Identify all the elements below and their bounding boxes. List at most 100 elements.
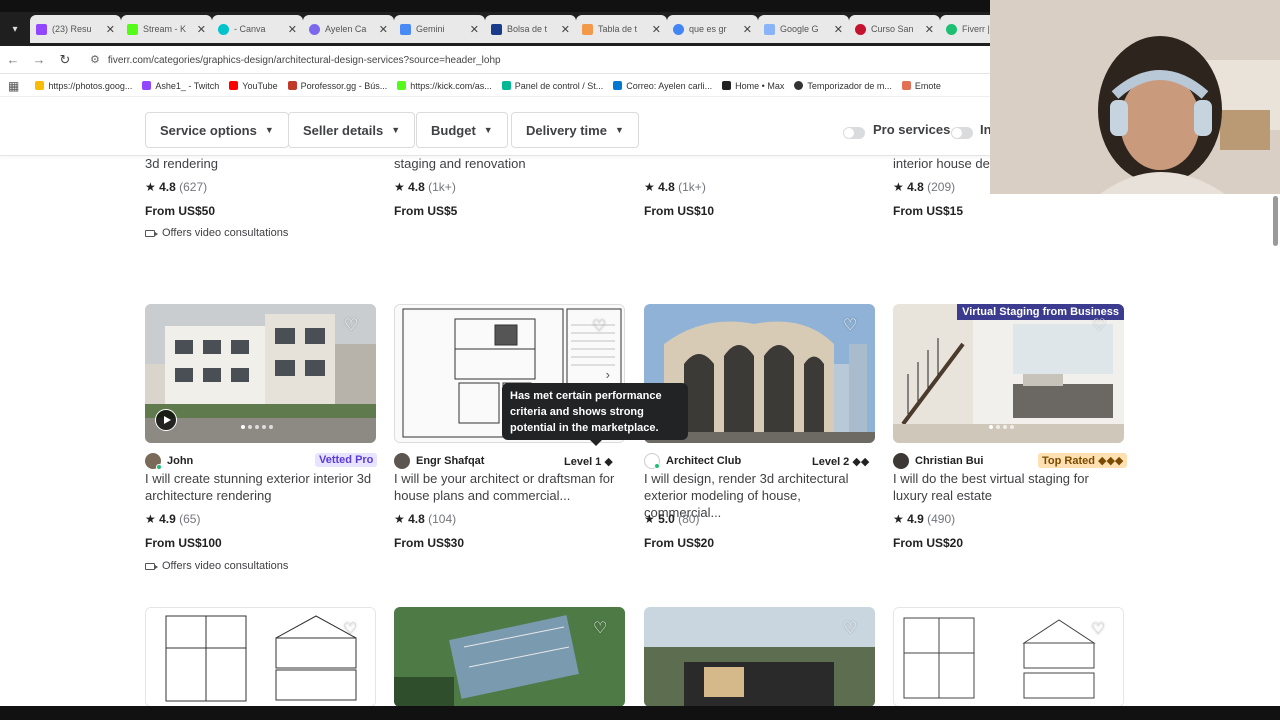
- tab-favicon-icon: [36, 23, 47, 35]
- tab-close-icon[interactable]: ✕: [652, 23, 661, 36]
- service-options-dropdown[interactable]: Service options ▼: [145, 112, 289, 148]
- review-count: (1k+): [428, 180, 456, 194]
- bookmark[interactable]: https://kick.com/as...: [397, 81, 492, 91]
- instant-toggle[interactable]: [951, 127, 973, 139]
- gig-price[interactable]: From US$20: [893, 536, 963, 550]
- heart-icon[interactable]: ♡: [843, 318, 861, 334]
- floor-plan-image: [894, 608, 1123, 706]
- tab-close-icon[interactable]: ✕: [197, 23, 206, 36]
- browser-tab[interactable]: Stream - K ✕: [121, 15, 212, 43]
- bookmark[interactable]: Temporizador de m...: [794, 81, 892, 91]
- tab-close-icon[interactable]: ✕: [561, 23, 570, 36]
- gig-rating: ★ 4.8 (209): [893, 180, 955, 194]
- browser-tab[interactable]: Bolsa de t ✕: [485, 15, 576, 43]
- heart-icon[interactable]: ♡: [593, 621, 611, 637]
- bookmark-label: Temporizador de m...: [807, 80, 892, 91]
- gig-thumbnail[interactable]: ♡: [394, 607, 625, 707]
- browser-tab[interactable]: Ayelen Ca ✕: [303, 15, 394, 43]
- gig-price[interactable]: From US$50: [145, 204, 215, 218]
- heart-icon[interactable]: ♡: [843, 621, 861, 637]
- tab-close-icon[interactable]: ✕: [834, 23, 843, 36]
- play-icon[interactable]: [155, 409, 177, 431]
- seller-level[interactable]: Level 2 ◆◆: [812, 455, 869, 468]
- page-scrollbar[interactable]: [1273, 196, 1278, 246]
- tab-close-icon[interactable]: ✕: [925, 23, 934, 36]
- gig-thumbnail[interactable]: ♡: [145, 304, 376, 443]
- gig-thumbnail[interactable]: Virtual Staging from Business ♡: [893, 304, 1124, 443]
- forward-icon[interactable]: →: [26, 52, 52, 67]
- tab-search-icon[interactable]: ▾: [0, 14, 30, 44]
- bookmark[interactable]: Porofessor.gg - Bús...: [287, 81, 387, 91]
- reload-icon[interactable]: ↻: [52, 52, 78, 68]
- gig-thumbnail[interactable]: ♡: [145, 607, 376, 707]
- bookmark[interactable]: Emote: [901, 80, 941, 91]
- chevron-down-icon: ▼: [391, 125, 401, 135]
- review-count: (104): [428, 512, 457, 526]
- tab-close-icon[interactable]: ✕: [743, 23, 752, 36]
- seller-details-dropdown[interactable]: Seller details ▼: [288, 112, 416, 148]
- url-field[interactable]: ⚙ fiverr.com/categories/graphics-design/a…: [90, 53, 501, 66]
- bookmark[interactable]: Panel de control / St...: [501, 80, 604, 91]
- gig-price[interactable]: From US$100: [145, 536, 222, 550]
- browser-tab[interactable]: (23) Resu ✕: [30, 15, 121, 43]
- gig-price[interactable]: From US$15: [893, 204, 963, 218]
- browser-tab[interactable]: Curso San ✕: [849, 15, 940, 43]
- seller-info[interactable]: Architect Club: [644, 453, 741, 469]
- bookmark-favicon-icon: [501, 81, 511, 90]
- budget-dropdown[interactable]: Budget ▼: [416, 112, 508, 148]
- tab-title: Ayelen Ca: [325, 24, 367, 34]
- browser-tab[interactable]: - Canva ✕: [212, 15, 303, 43]
- bookmark[interactable]: Ashe1_ - Twitch: [142, 81, 219, 91]
- gig-title[interactable]: I will do the best virtual staging for l…: [893, 470, 1125, 504]
- bookmark[interactable]: Correo: Ayelen carli...: [613, 81, 712, 91]
- site-info-icon[interactable]: ⚙: [90, 54, 100, 66]
- bookmark[interactable]: Home • Max: [722, 81, 784, 91]
- browser-tab[interactable]: Gemini ✕: [394, 15, 485, 43]
- bookmark-label: Emote: [914, 80, 941, 91]
- browser-tab[interactable]: que es gr ✕: [667, 15, 758, 43]
- avatar: [145, 453, 162, 470]
- heart-icon[interactable]: ♡: [1092, 318, 1110, 334]
- gig-title[interactable]: staging and renovation: [394, 156, 526, 171]
- gig-thumbnail[interactable]: ♡: [893, 607, 1124, 707]
- bookmark-favicon-icon: [287, 81, 297, 90]
- bookmark[interactable]: YouTube: [229, 81, 278, 91]
- gig-price[interactable]: From US$20: [644, 536, 714, 550]
- rating-value: 4.8: [159, 180, 176, 194]
- tab-close-icon[interactable]: ✕: [288, 23, 297, 36]
- carousel-dots[interactable]: [241, 425, 273, 429]
- heart-icon[interactable]: ♡: [1091, 622, 1109, 638]
- chevron-right-icon[interactable]: ›: [606, 367, 610, 382]
- delivery-time-dropdown[interactable]: Delivery time ▼: [511, 112, 639, 148]
- apps-grid-icon[interactable]: ▦: [8, 79, 19, 93]
- seller-level[interactable]: Level 1 ◆: [564, 455, 613, 468]
- gig-price[interactable]: From US$5: [394, 204, 457, 218]
- gig-title[interactable]: 3d rendering: [145, 156, 218, 171]
- seller-info[interactable]: Christian Bui: [893, 453, 983, 469]
- heart-icon[interactable]: ♡: [592, 319, 610, 335]
- gig-title[interactable]: I will create stunning exterior interior…: [145, 470, 377, 504]
- gig-price[interactable]: From US$30: [394, 536, 464, 550]
- gig-thumbnail[interactable]: ♡: [644, 607, 875, 707]
- carousel-dots[interactable]: [989, 425, 1014, 429]
- back-icon[interactable]: ←: [0, 52, 26, 67]
- bookmark[interactable]: https://photos.goog...: [35, 81, 132, 91]
- bookmark-label: Panel de control / St...: [514, 80, 604, 91]
- heart-icon[interactable]: ♡: [343, 622, 361, 638]
- heart-icon[interactable]: ♡: [344, 318, 362, 334]
- seller-info[interactable]: John: [145, 453, 193, 470]
- seller-info[interactable]: Engr Shafqat: [394, 453, 484, 469]
- pro-services-toggle[interactable]: [843, 127, 865, 139]
- browser-tab[interactable]: Google G ✕: [758, 15, 849, 43]
- tab-close-icon[interactable]: ✕: [470, 23, 479, 36]
- browser-tab[interactable]: Tabla de t ✕: [576, 15, 667, 43]
- gig-price[interactable]: From US$10: [644, 204, 714, 218]
- tab-close-icon[interactable]: ✕: [379, 23, 388, 36]
- gig-rating: ★ 5.0 (80): [644, 512, 699, 526]
- bottom-strip: [0, 706, 1280, 720]
- gig-title[interactable]: I will be your architect or draftsman fo…: [394, 470, 626, 504]
- gig-title[interactable]: interior house de: [893, 156, 990, 171]
- dropdown-label: Budget: [431, 122, 476, 138]
- bookmark-favicon-icon: [794, 81, 804, 90]
- tab-close-icon[interactable]: ✕: [106, 23, 115, 36]
